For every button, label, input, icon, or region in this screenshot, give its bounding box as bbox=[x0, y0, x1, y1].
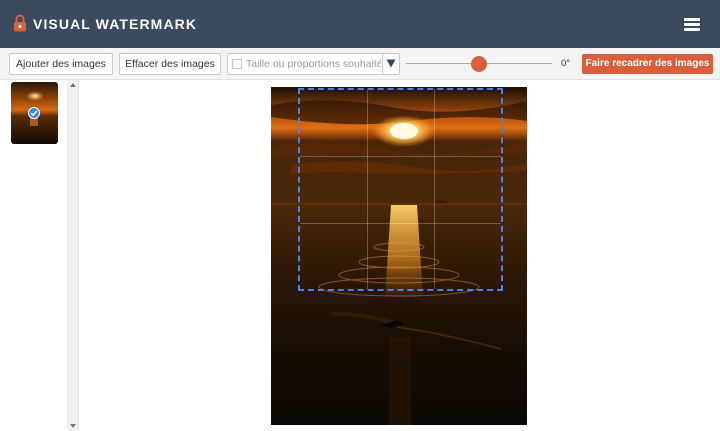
thumbnail-sidebar bbox=[0, 80, 79, 431]
slider-thumb[interactable] bbox=[471, 56, 487, 72]
sidebar-scrollbar[interactable] bbox=[67, 80, 78, 431]
image-thumbnail[interactable] bbox=[11, 82, 58, 144]
rotation-angle-value: 0° bbox=[561, 58, 571, 69]
scroll-up-icon[interactable] bbox=[70, 83, 76, 87]
hamburger-menu-icon[interactable] bbox=[680, 12, 704, 36]
lock-icon bbox=[14, 14, 26, 32]
scroll-down-icon[interactable] bbox=[70, 424, 76, 428]
recrop-images-button[interactable]: Faire recadrer des images bbox=[582, 54, 713, 74]
crop-grid-line bbox=[366, 90, 368, 289]
title-bar: VISUAL WATERMARK bbox=[0, 0, 720, 48]
rotation-slider[interactable] bbox=[406, 55, 552, 73]
add-images-button[interactable]: Ajouter des images bbox=[9, 53, 113, 75]
size-field bbox=[227, 53, 400, 75]
crop-grid-line bbox=[433, 90, 435, 289]
crop-selection[interactable] bbox=[298, 88, 503, 291]
checkmark-icon bbox=[28, 107, 40, 119]
triangle-down-icon bbox=[386, 59, 396, 68]
size-dropdown-button[interactable] bbox=[382, 54, 399, 74]
crop-grid-line bbox=[300, 222, 501, 224]
size-input[interactable] bbox=[246, 54, 381, 74]
app-title: VISUAL WATERMARK bbox=[33, 16, 198, 32]
size-checkbox[interactable] bbox=[232, 59, 242, 69]
crop-grid-line bbox=[300, 156, 501, 158]
clear-images-button[interactable]: Effacer des images bbox=[119, 53, 221, 75]
